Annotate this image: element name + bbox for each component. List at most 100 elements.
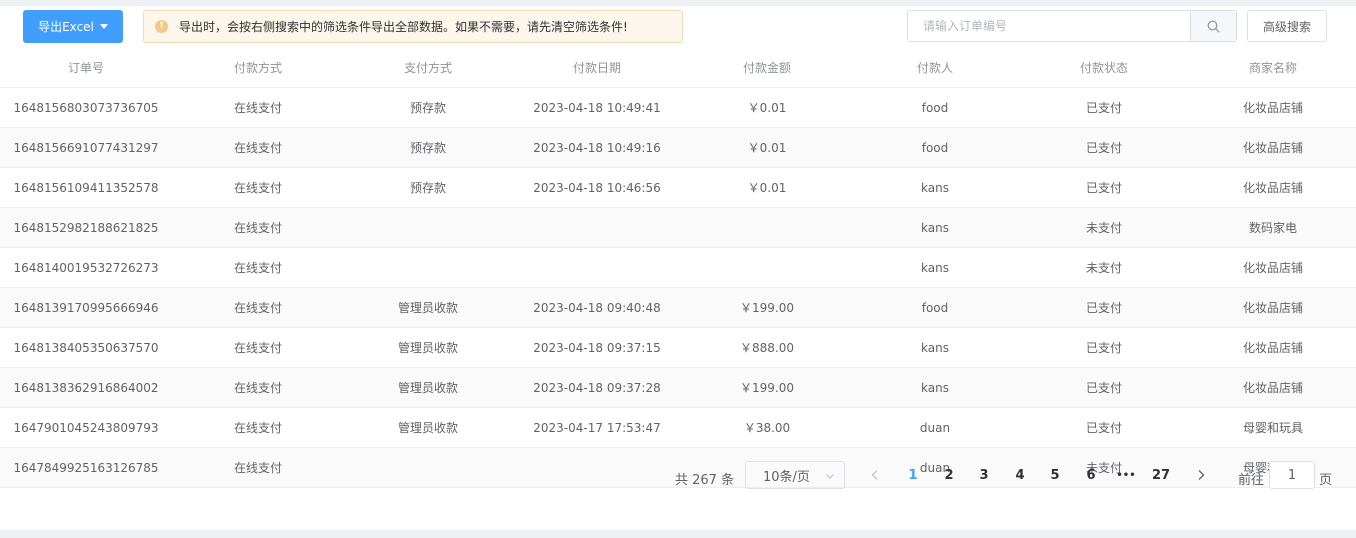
payment-date-cell: 2023-04-18 09:40:48	[533, 300, 661, 315]
payment-method-cell: 预存款	[409, 101, 446, 115]
total-count: 共 267 条	[675, 473, 735, 488]
payment-method-cell: 管理员收款	[397, 341, 458, 355]
goto-page-input[interactable]	[1269, 461, 1315, 489]
table-row[interactable]: 1648156691077431297 在线支付 预存款 2023-04-18 …	[0, 128, 1356, 168]
info-icon: !	[155, 20, 168, 33]
store-name-cell: 化妆品店铺	[1242, 101, 1303, 115]
payment-method-cell: 管理员收款	[397, 301, 458, 315]
payment-type-cell: 在线支付	[233, 261, 282, 275]
payment-amount-cell: ￥38.00	[743, 421, 791, 435]
payment-method-cell: 管理员收款	[397, 421, 458, 435]
toolbar: 导出Excel ! 导出时，会按右侧搜索中的筛选条件导出全部数据。如果不需要，请…	[0, 6, 1356, 48]
prev-page-button[interactable]	[861, 461, 889, 489]
table-row[interactable]: 1648152982188621825 在线支付 kans 未支付 数码家电	[0, 208, 1356, 248]
order-number-cell: 1648156803073736705	[13, 100, 159, 115]
payment-type-cell: 在线支付	[233, 221, 282, 235]
store-name-cell: 化妆品店铺	[1242, 381, 1303, 395]
payment-amount-cell: ￥888.00	[740, 341, 794, 355]
payer-cell: kans	[921, 180, 949, 195]
payment-method-cell: 预存款	[409, 141, 446, 155]
payment-date-cell: 2023-04-18 10:49:41	[533, 100, 661, 115]
chevron-right-icon	[1198, 470, 1205, 480]
payer-cell: food	[921, 300, 949, 315]
order-search	[907, 10, 1237, 42]
payment-date-cell: 2023-04-18 10:46:56	[533, 180, 661, 195]
page-number-5[interactable]: 5	[1041, 461, 1069, 489]
order-number-cell: 1648139170995666946	[13, 300, 159, 315]
column-header: 商家名称	[1248, 61, 1297, 75]
column-header: 付款人	[916, 61, 953, 75]
column-header: 付款金额	[742, 61, 791, 75]
table-row[interactable]: 1648156803073736705 在线支付 预存款 2023-04-18 …	[0, 88, 1356, 128]
payment-status-cell: 未支付	[1085, 221, 1122, 235]
order-number-cell: 1648138362916864002	[13, 380, 159, 395]
store-name-cell: 化妆品店铺	[1242, 141, 1303, 155]
payment-amount-cell: ￥0.01	[747, 141, 787, 155]
payment-type-cell: 在线支付	[233, 301, 282, 315]
search-button[interactable]	[1190, 11, 1236, 41]
page-size-value: 10条/页	[763, 469, 810, 485]
goto-label: 前往	[1238, 473, 1265, 488]
store-name-cell: 母婴和玩具	[1242, 421, 1303, 435]
more-pages-ellipsis[interactable]: •••	[1112, 461, 1140, 489]
payment-status-cell: 已支付	[1085, 141, 1122, 155]
payment-date-cell: 2023-04-17 17:53:47	[533, 420, 661, 435]
page-number-4[interactable]: 4	[1006, 461, 1034, 489]
payment-type-cell: 在线支付	[233, 341, 282, 355]
table-row[interactable]: 1648138362916864002 在线支付 管理员收款 2023-04-1…	[0, 368, 1356, 408]
payment-status-cell: 未支付	[1085, 261, 1122, 275]
page-number-1[interactable]: 1	[899, 461, 927, 489]
goto-suffix: 页	[1319, 473, 1333, 488]
page-number-6[interactable]: 6	[1077, 461, 1105, 489]
table-row[interactable]: 1648138405350637570 在线支付 管理员收款 2023-04-1…	[0, 328, 1356, 368]
chevron-down-icon	[826, 474, 834, 479]
payer-cell: kans	[921, 380, 949, 395]
order-number-search-input[interactable]	[908, 11, 1190, 41]
page-number-2[interactable]: 2	[935, 461, 963, 489]
export-warning-alert: ! 导出时，会按右侧搜索中的筛选条件导出全部数据。如果不需要，请先清空筛选条件!	[143, 10, 683, 43]
page-number-3[interactable]: 3	[970, 461, 998, 489]
page-size-select[interactable]: 10条/页	[745, 461, 845, 489]
column-header: 付款状态	[1079, 61, 1128, 75]
orders-table: 订单号 付款方式 支付方式 付款日期 付款金额 付款人 付款状态 商家名称 16…	[0, 48, 1356, 488]
payer-cell: food	[921, 100, 949, 115]
order-number-cell: 1648138405350637570	[13, 340, 159, 355]
orders-panel: 导出Excel ! 导出时，会按右侧搜索中的筛选条件导出全部数据。如果不需要，请…	[0, 6, 1356, 530]
payment-status-cell: 已支付	[1085, 301, 1122, 315]
column-header: 支付方式	[403, 61, 452, 75]
order-number-cell: 1648140019532726273	[13, 260, 159, 275]
payment-status-cell: 已支付	[1085, 421, 1122, 435]
table-header-row: 订单号 付款方式 支付方式 付款日期 付款金额 付款人 付款状态 商家名称	[0, 48, 1356, 88]
payment-date-cell: 2023-04-18 09:37:28	[533, 380, 661, 395]
store-name-cell: 化妆品店铺	[1242, 341, 1303, 355]
order-number-cell: 1648156691077431297	[13, 140, 159, 155]
payment-amount-cell: ￥0.01	[747, 181, 787, 195]
table-row[interactable]: 1648156109411352578 在线支付 预存款 2023-04-18 …	[0, 168, 1356, 208]
next-page-button[interactable]	[1187, 461, 1215, 489]
export-excel-button[interactable]: 导出Excel	[23, 10, 123, 43]
store-name-cell: 化妆品店铺	[1242, 261, 1303, 275]
payment-date-cell: 2023-04-18 09:37:15	[533, 340, 661, 355]
alert-message: 导出时，会按右侧搜索中的筛选条件导出全部数据。如果不需要，请先清空筛选条件!	[179, 20, 628, 34]
payment-type-cell: 在线支付	[233, 381, 282, 395]
payment-status-cell: 已支付	[1085, 101, 1122, 115]
advanced-search-button[interactable]: 高级搜索	[1247, 10, 1327, 42]
payment-method-cell: 管理员收款	[397, 381, 458, 395]
store-name-cell: 化妆品店铺	[1242, 181, 1303, 195]
payment-status-cell: 已支付	[1085, 381, 1122, 395]
payer-cell: kans	[921, 340, 949, 355]
payer-cell: kans	[921, 220, 949, 235]
pagination: 共 267 条 10条/页 1 2 3 4 5 6 ••• 27 前往 页	[0, 448, 1356, 530]
payment-amount-cell: ￥0.01	[747, 101, 787, 115]
table-row[interactable]: 1648140019532726273 在线支付 kans 未支付 化妆品店铺	[0, 248, 1356, 288]
store-name-cell: 数码家电	[1248, 221, 1297, 235]
page-number-27[interactable]: 27	[1147, 461, 1175, 489]
column-header: 订单号	[67, 61, 104, 75]
order-number-cell: 1647901045243809793	[13, 420, 159, 435]
search-icon	[1207, 20, 1220, 33]
table-row[interactable]: 1648139170995666946 在线支付 管理员收款 2023-04-1…	[0, 288, 1356, 328]
order-number-cell: 1648156109411352578	[13, 180, 159, 195]
table-row[interactable]: 1647901045243809793 在线支付 管理员收款 2023-04-1…	[0, 408, 1356, 448]
export-excel-label: 导出Excel	[38, 20, 94, 34]
payment-status-cell: 已支付	[1085, 181, 1122, 195]
